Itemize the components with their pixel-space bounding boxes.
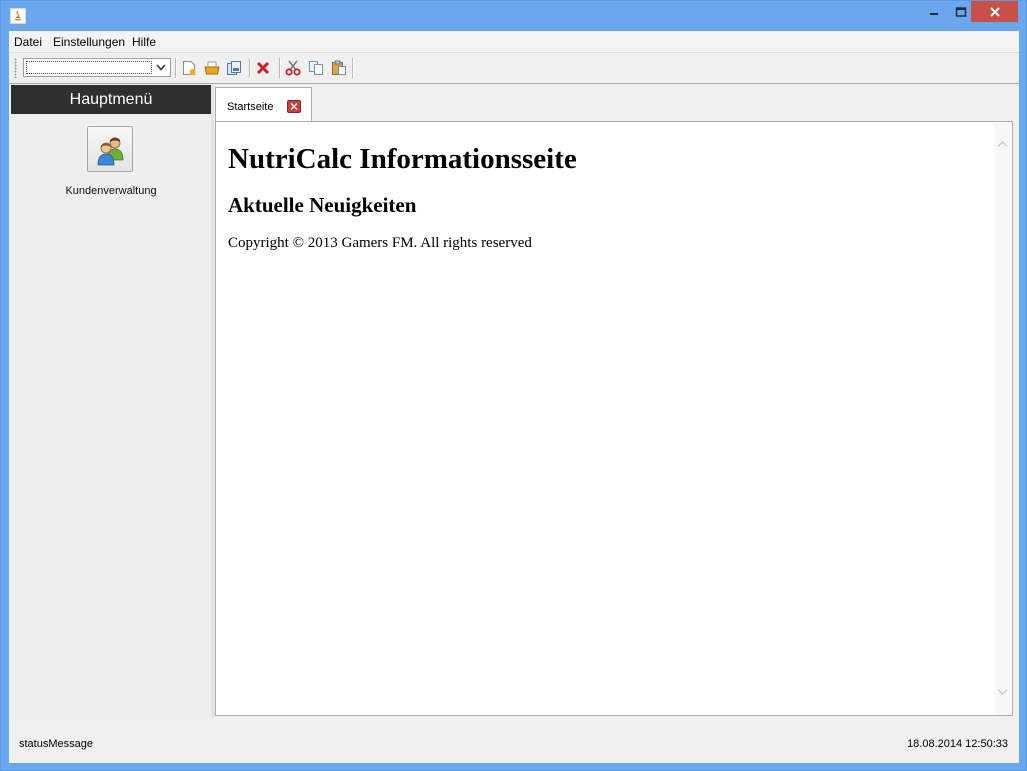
menu-einstellungen[interactable]: Einstellungen xyxy=(53,35,125,49)
html-content-pane[interactable]: NutriCalc Informationsseite Aktuelle Neu… xyxy=(215,121,1013,716)
new-button[interactable] xyxy=(179,58,199,78)
copy-button[interactable] xyxy=(306,58,326,78)
status-datetime: 18.08.2014 12:50:33 xyxy=(907,738,1008,750)
minimize-icon xyxy=(930,12,938,15)
cut-icon xyxy=(285,60,301,76)
toolbar-separator xyxy=(175,58,177,78)
tab-close-button[interactable] xyxy=(287,100,301,113)
open-folder-icon xyxy=(204,61,220,75)
kundenverwaltung-label: Kundenverwaltung xyxy=(65,185,157,197)
paste-button[interactable] xyxy=(329,58,349,78)
cut-button[interactable] xyxy=(283,58,303,78)
chevron-up-icon[interactable] xyxy=(997,140,1008,148)
toolbar xyxy=(9,53,1019,84)
status-bar: statusMessage 18.08.2014 12:50:33 xyxy=(9,721,1019,761)
copy-icon xyxy=(309,61,323,75)
minimize-button[interactable] xyxy=(920,1,948,22)
tab-startseite[interactable]: Startseite xyxy=(215,87,312,122)
application-window: Datei Einstellungen Hilfe Hauptmenü Kund… xyxy=(0,0,1027,771)
chevron-down-icon[interactable] xyxy=(997,688,1008,696)
client-area: Datei Einstellungen Hilfe Hauptmenü Kund… xyxy=(9,31,1019,763)
copyright-text: Copyright © 2013 Gamers FM. All rights r… xyxy=(228,235,532,251)
delete-button[interactable] xyxy=(253,58,273,78)
toolbar-separator xyxy=(352,58,354,78)
open-button[interactable] xyxy=(202,58,222,78)
sidebar-header: Hauptmenü xyxy=(11,85,211,114)
kundenverwaltung-button[interactable] xyxy=(87,126,133,172)
delete-icon xyxy=(256,61,270,75)
menu-hilfe[interactable]: Hilfe xyxy=(132,35,156,49)
menu-datei[interactable]: Datei xyxy=(14,35,42,49)
close-button[interactable] xyxy=(971,1,1018,22)
maximize-icon xyxy=(955,6,967,17)
tab-strip: Startseite xyxy=(214,85,1019,122)
chevron-down-icon[interactable] xyxy=(153,60,169,75)
vertical-scrollbar[interactable] xyxy=(994,123,1011,714)
toolbar-separator xyxy=(279,58,281,78)
toolbar-grip[interactable] xyxy=(14,58,17,78)
title-bar[interactable] xyxy=(1,1,1026,31)
users-icon xyxy=(97,137,124,166)
page-title: NutriCalc Informationsseite xyxy=(228,143,577,175)
close-icon xyxy=(290,103,298,110)
combobox-value xyxy=(26,61,152,74)
toolbar-separator xyxy=(249,58,251,78)
new-document-icon xyxy=(183,61,196,75)
save-icon xyxy=(227,61,241,75)
toolbar-combobox[interactable] xyxy=(23,58,171,77)
java-app-icon[interactable] xyxy=(10,8,26,24)
sidebar: Hauptmenü Kundenverwaltung xyxy=(11,85,211,715)
save-button[interactable] xyxy=(224,58,244,78)
menu-bar: Datei Einstellungen Hilfe xyxy=(9,31,1019,53)
paste-icon xyxy=(332,60,346,75)
tab-label: Startseite xyxy=(227,101,274,113)
info-page: NutriCalc Informationsseite Aktuelle Neu… xyxy=(228,142,988,252)
page-subheading: Aktuelle Neuigkeiten xyxy=(228,193,417,217)
status-message: statusMessage xyxy=(19,738,93,750)
close-icon xyxy=(989,6,1000,17)
